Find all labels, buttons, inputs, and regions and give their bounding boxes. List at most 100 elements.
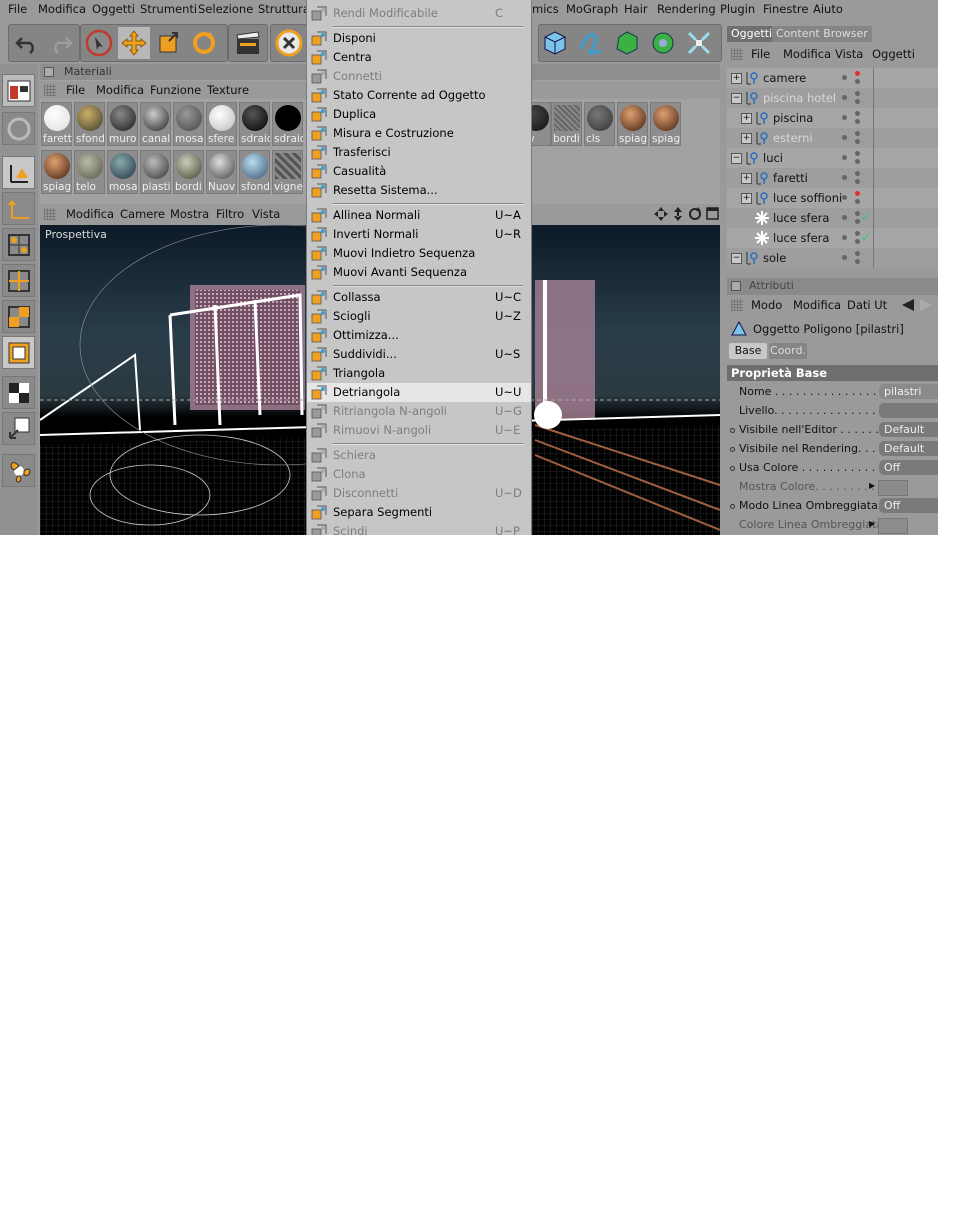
menu-item-muovi-indietro-sequenza[interactable]: Muovi Indietro Sequenza — [307, 244, 531, 263]
grip-icon[interactable] — [731, 299, 743, 311]
menu-item-disponi[interactable]: Disponi — [307, 29, 531, 48]
menu-item-triangola[interactable]: Triangola — [307, 364, 531, 383]
menu-item-misura-e-costruzione[interactable]: Misura e Costruzione — [307, 124, 531, 143]
color-swatch[interactable] — [878, 518, 908, 534]
collapse-icon[interactable]: − — [731, 253, 742, 264]
object-row[interactable]: luce sfera ✓ — [727, 208, 938, 228]
attr-menu-modifica[interactable]: Modifica — [793, 298, 841, 312]
menu-aiuto[interactable]: Aiuto — [813, 2, 843, 16]
scale-icon[interactable] — [153, 27, 185, 59]
render-visibility-dot[interactable] — [855, 119, 860, 124]
attribute-dropdown[interactable]: Default — [879, 422, 938, 437]
animate-radio[interactable] — [730, 466, 735, 471]
editor-visibility-dot[interactable] — [842, 95, 847, 100]
select-pointer-icon[interactable] — [83, 27, 115, 59]
material-swatch[interactable]: sdraic — [272, 102, 303, 146]
grip-icon[interactable] — [44, 208, 56, 220]
obj-menu-oggetti[interactable]: Oggetti — [872, 47, 915, 61]
mat-menu-funzione[interactable]: Funzione — [150, 83, 201, 97]
x-axis-icon[interactable] — [273, 27, 305, 59]
menu-item-allinea-normali[interactable]: Allinea Normali U~A — [307, 206, 531, 225]
menu-item-resetta-sistema[interactable]: Resetta Sistema... — [307, 181, 531, 200]
render-visibility-dot[interactable] — [855, 99, 860, 104]
tab-oggetti[interactable]: Oggetti — [727, 26, 777, 42]
object-row[interactable]: + camere — [727, 68, 938, 88]
material-swatch[interactable]: faretti — [41, 102, 72, 146]
menu-mograph[interactable]: MoGraph — [566, 2, 618, 16]
menu-hair[interactable]: Hair — [624, 2, 648, 16]
panel-close-box[interactable] — [44, 67, 54, 77]
material-swatch[interactable]: bordi — [551, 102, 582, 146]
menu-item-inverti-normali[interactable]: Inverti Normali U~R — [307, 225, 531, 244]
attribute-dropdown[interactable]: Default — [879, 441, 938, 456]
material-swatch[interactable]: sfere — [206, 102, 237, 146]
expand-icon[interactable]: + — [731, 73, 742, 84]
tab-content-browser[interactable]: Content Browser — [772, 26, 872, 42]
render-visibility-dot[interactable] — [855, 191, 860, 196]
material-swatch[interactable]: muro — [107, 102, 138, 146]
editor-visibility-dot[interactable] — [842, 235, 847, 240]
animate-radio[interactable] — [730, 428, 735, 433]
menu-item-stato-corrente-ad-oggetto[interactable]: Stato Corrente ad Oggetto — [307, 86, 531, 105]
render-visibility-dot[interactable] — [855, 199, 860, 204]
obj-menu-modifica[interactable]: Modifica — [783, 47, 831, 61]
material-swatch[interactable]: telo — [74, 150, 105, 194]
scene-icon[interactable] — [683, 27, 715, 59]
menu-file[interactable]: File — [8, 2, 27, 16]
workplane-icon[interactable] — [2, 412, 35, 445]
material-swatch[interactable]: mosa — [107, 150, 138, 194]
forward-arrow-icon[interactable] — [919, 299, 933, 314]
render-visibility-dot[interactable] — [855, 151, 860, 156]
object-row[interactable]: + esterni — [727, 128, 938, 148]
expand-icon[interactable]: + — [741, 193, 752, 204]
axis-mode-icon[interactable] — [2, 192, 35, 225]
grip-icon[interactable] — [731, 48, 743, 60]
render-visibility-dot[interactable] — [855, 211, 860, 216]
render-visibility-dot[interactable] — [855, 91, 860, 96]
points-mode-icon[interactable] — [2, 228, 35, 261]
render-visibility-dot[interactable] — [855, 231, 860, 236]
material-swatch[interactable]: sfond — [74, 102, 105, 146]
rotate-icon[interactable] — [188, 27, 220, 59]
obj-menu-vista[interactable]: Vista — [835, 47, 863, 61]
vp-rotate-icon[interactable] — [688, 207, 702, 224]
menu-item-centra[interactable]: Centra — [307, 48, 531, 67]
editor-visibility-dot[interactable] — [842, 135, 847, 140]
vp-move-icon[interactable] — [654, 207, 668, 224]
object-row[interactable]: − sole — [727, 248, 938, 268]
uv-mode-icon[interactable] — [2, 336, 35, 369]
tab-coord[interactable]: Coord. — [769, 343, 807, 359]
render-visibility-dot[interactable] — [855, 79, 860, 84]
spline-icon[interactable] — [575, 27, 607, 59]
menu-item-duplica[interactable]: Duplica — [307, 105, 531, 124]
vp-maximize-icon[interactable] — [706, 207, 719, 223]
mat-menu-modifica[interactable]: Modifica — [96, 83, 144, 97]
panel-close-box[interactable] — [731, 281, 741, 291]
expand-arrow-icon[interactable]: ▶ — [869, 481, 875, 490]
expand-icon[interactable]: + — [741, 133, 752, 144]
object-row[interactable]: + piscina — [727, 108, 938, 128]
enabled-check-icon[interactable]: ✓ — [861, 210, 871, 224]
mat-menu-texture[interactable]: Texture — [207, 83, 249, 97]
deformer-icon[interactable] — [647, 27, 679, 59]
material-swatch[interactable]: vigne — [272, 150, 303, 194]
render-visibility-dot[interactable] — [855, 179, 860, 184]
animate-radio[interactable] — [730, 447, 735, 452]
menu-item-detriangola[interactable]: Detriangola U~U — [307, 383, 531, 402]
render-visibility-dot[interactable] — [855, 111, 860, 116]
grip-icon[interactable] — [44, 84, 56, 96]
menu-oggetti[interactable]: Oggetti — [92, 2, 135, 16]
color-swatch[interactable] — [878, 480, 908, 496]
clapboard-icon[interactable] — [232, 27, 264, 59]
texture-mode-icon[interactable] — [2, 376, 35, 409]
object-axis-icon[interactable] — [2, 156, 35, 189]
object-row[interactable]: + faretti — [727, 168, 938, 188]
object-row[interactable]: luce sfera ✓ — [727, 228, 938, 248]
attribute-dropdown[interactable]: Off — [879, 498, 938, 513]
menu-item-sciogli[interactable]: Sciogli U~Z — [307, 307, 531, 326]
material-swatch[interactable]: spiag — [617, 102, 648, 146]
menu-item-muovi-avanti-sequenza[interactable]: Muovi Avanti Sequenza — [307, 263, 531, 282]
polygons-mode-icon[interactable] — [2, 300, 35, 333]
editor-visibility-dot[interactable] — [842, 75, 847, 80]
render-visibility-dot[interactable] — [855, 239, 860, 244]
